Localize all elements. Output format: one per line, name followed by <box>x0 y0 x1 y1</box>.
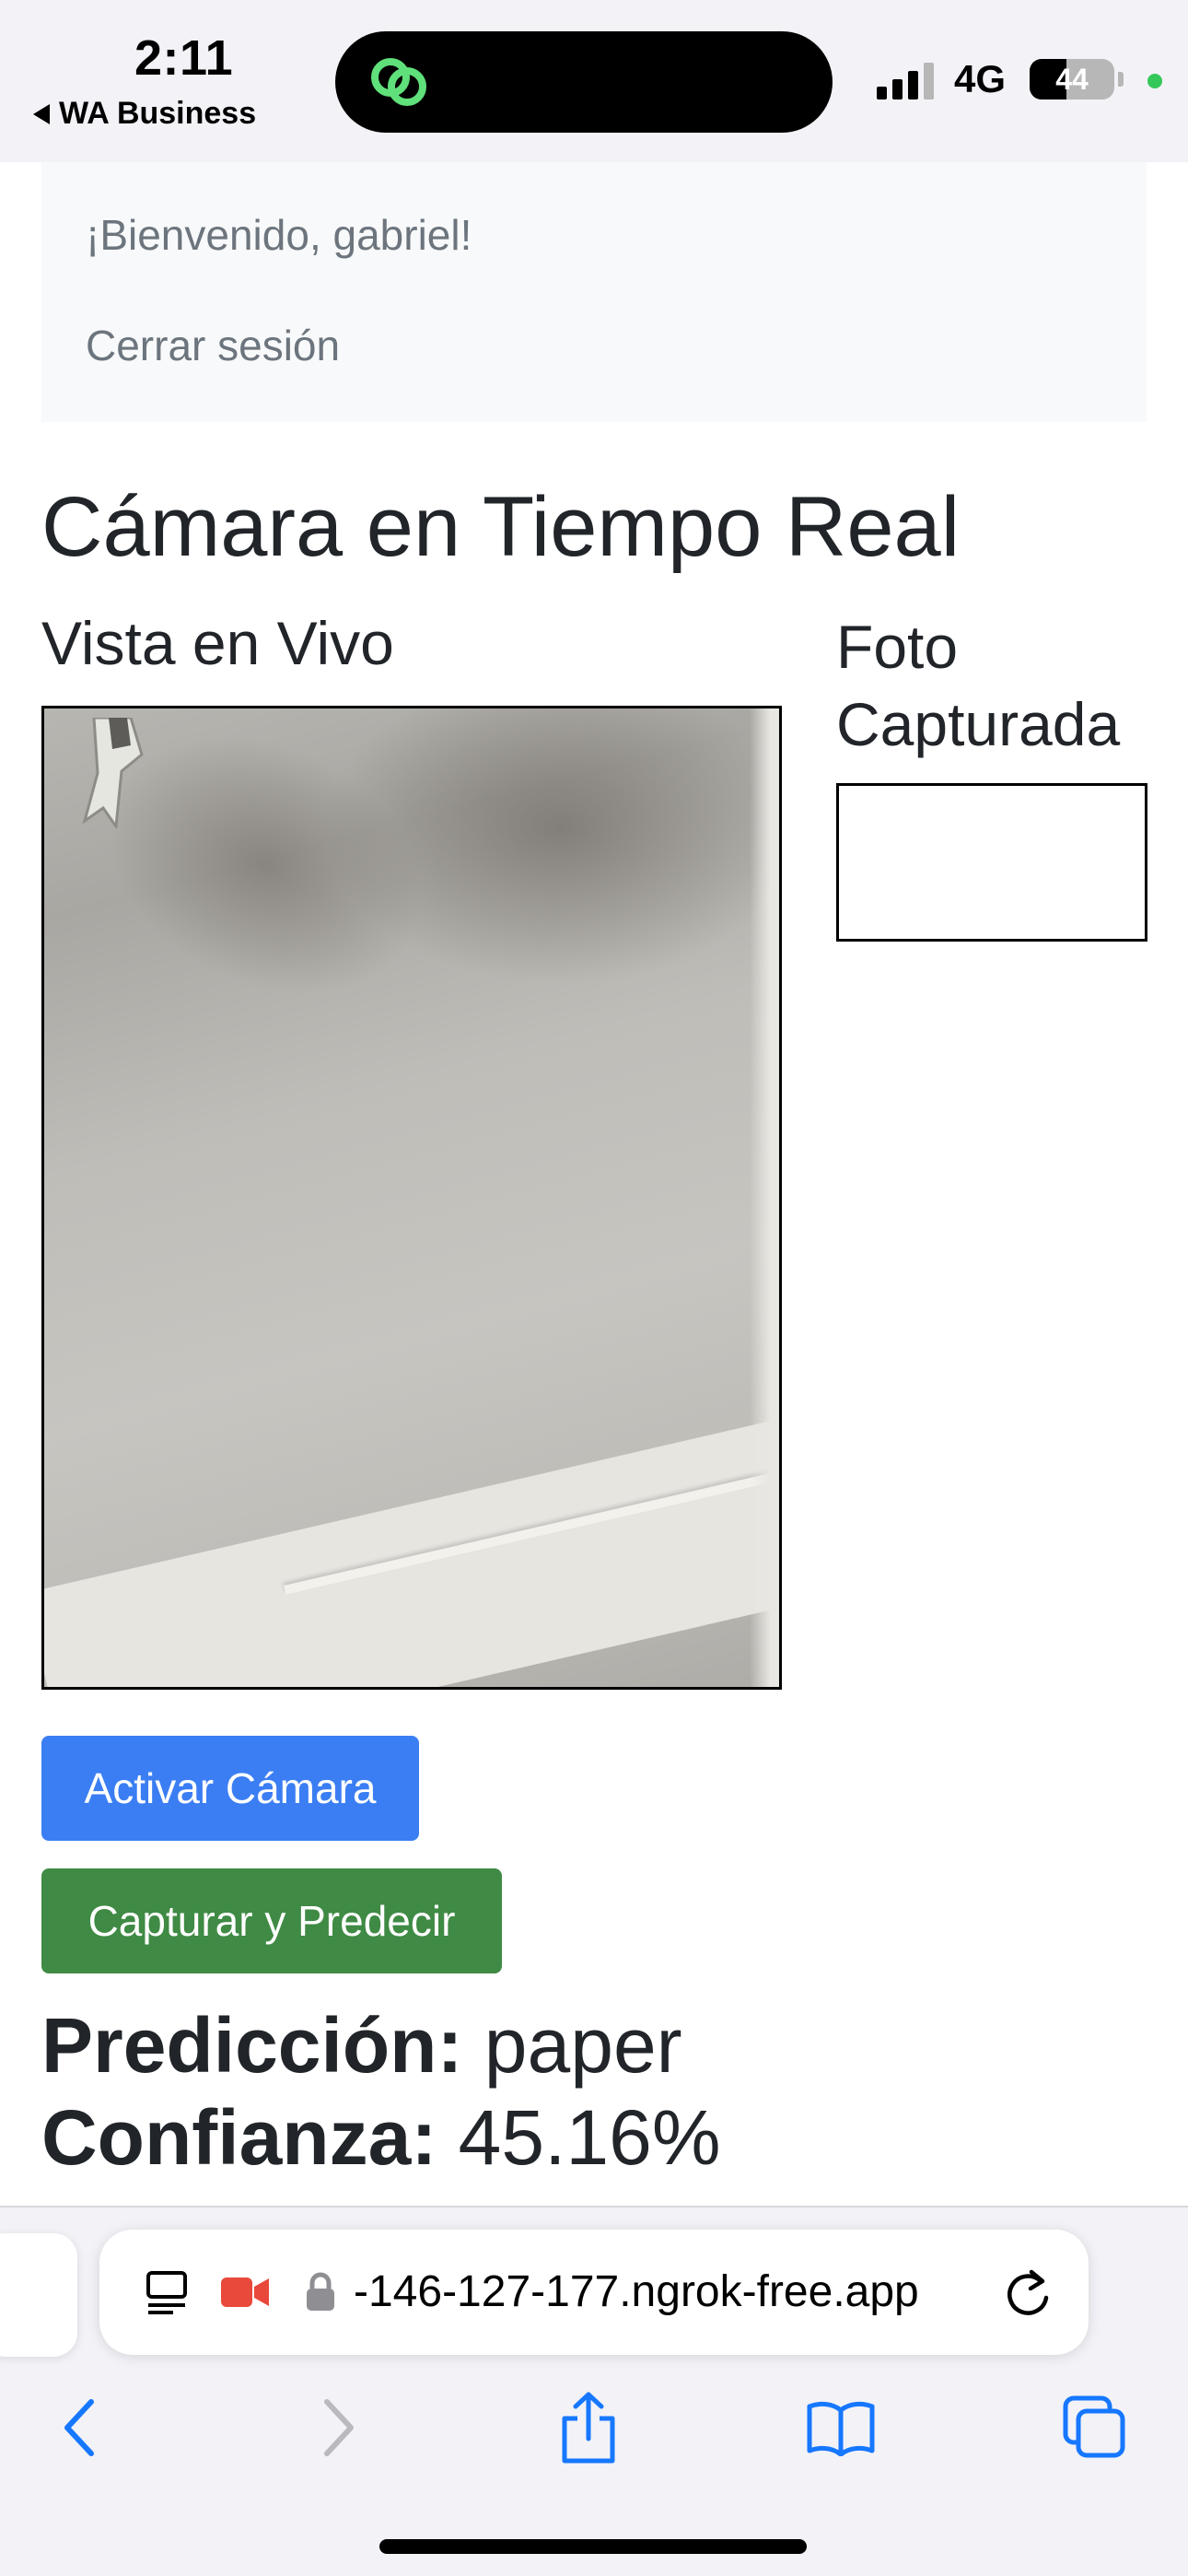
confidence-value: 45.16% <box>458 2094 721 2181</box>
camera-in-use-indicator <box>1147 74 1162 88</box>
battery-icon: 44 <box>1030 59 1114 100</box>
dynamic-island[interactable] <box>335 31 833 133</box>
bookmarks-button[interactable] <box>799 2386 882 2469</box>
captured-photo-heading: Foto Capturada <box>836 613 1121 758</box>
video-clip-object <box>82 718 144 828</box>
live-view-heading: Vista en Vivo <box>41 609 394 677</box>
confidence-label: Confianza: <box>41 2094 437 2181</box>
forward-icon <box>324 2399 354 2456</box>
tabs-icon <box>1063 2395 1125 2458</box>
status-time: 2:11 <box>134 30 234 86</box>
page-title: Cámara en Tiempo Real <box>41 480 961 574</box>
prediction-result: Predicción: paper <box>41 2001 682 2090</box>
back-app-label: WA Business <box>59 96 257 131</box>
share-icon <box>562 2392 615 2464</box>
captured-photo-canvas <box>836 783 1147 942</box>
share-button[interactable] <box>547 2386 630 2469</box>
back-icon <box>64 2399 94 2456</box>
video-edge <box>750 708 779 1687</box>
battery-percent: 44 <box>1055 62 1089 96</box>
welcome-text: ¡Bienvenido, gabriel! <box>86 211 472 259</box>
lock-icon <box>307 2272 334 2311</box>
capture-predict-button[interactable]: Capturar y Predecir <box>41 1868 502 1973</box>
confidence-result: Confianza: 45.16% <box>41 2093 721 2183</box>
home-indicator[interactable] <box>379 2539 807 2554</box>
page-menu-icon[interactable] <box>146 2270 188 2314</box>
back-button[interactable] <box>39 2386 122 2469</box>
previous-tab-preview[interactable] <box>0 2233 77 2357</box>
reload-icon[interactable] <box>1004 2266 1054 2318</box>
bookmarks-icon <box>807 2401 875 2456</box>
back-triangle-icon <box>33 103 50 124</box>
camera-recording-icon[interactable] <box>221 2276 269 2309</box>
battery-tip <box>1118 72 1124 87</box>
page: 2:11 WA Business 4G 44 ¡Bienvenido, gabr… <box>0 0 1188 2576</box>
link-activity-icon <box>371 58 426 106</box>
navbar-collapse: ¡Bienvenido, gabriel! Cerrar sesión <box>41 162 1147 422</box>
tabs-button[interactable] <box>1054 2386 1136 2469</box>
video-floor <box>44 1406 779 1687</box>
back-to-app-link[interactable]: WA Business <box>33 96 256 132</box>
live-camera-video <box>41 706 782 1690</box>
network-type: 4G <box>954 57 1007 100</box>
logout-link[interactable]: Cerrar sesión <box>86 321 340 370</box>
prediction-label: Predicción: <box>41 2002 463 2089</box>
prediction-value: paper <box>483 2002 682 2089</box>
activate-camera-button[interactable]: Activar Cámara <box>41 1736 419 1841</box>
forward-button[interactable] <box>297 2386 379 2469</box>
browser-toolbar: -146-127-177.ngrok-free.app <box>0 2206 1188 2576</box>
status-bar: 2:11 WA Business 4G 44 <box>0 0 1188 162</box>
cellular-signal-icon <box>877 63 934 100</box>
address-bar[interactable]: -146-127-177.ngrok-free.app <box>99 2230 1089 2355</box>
url-text[interactable]: -146-127-177.ngrok-free.app <box>354 2266 919 2317</box>
